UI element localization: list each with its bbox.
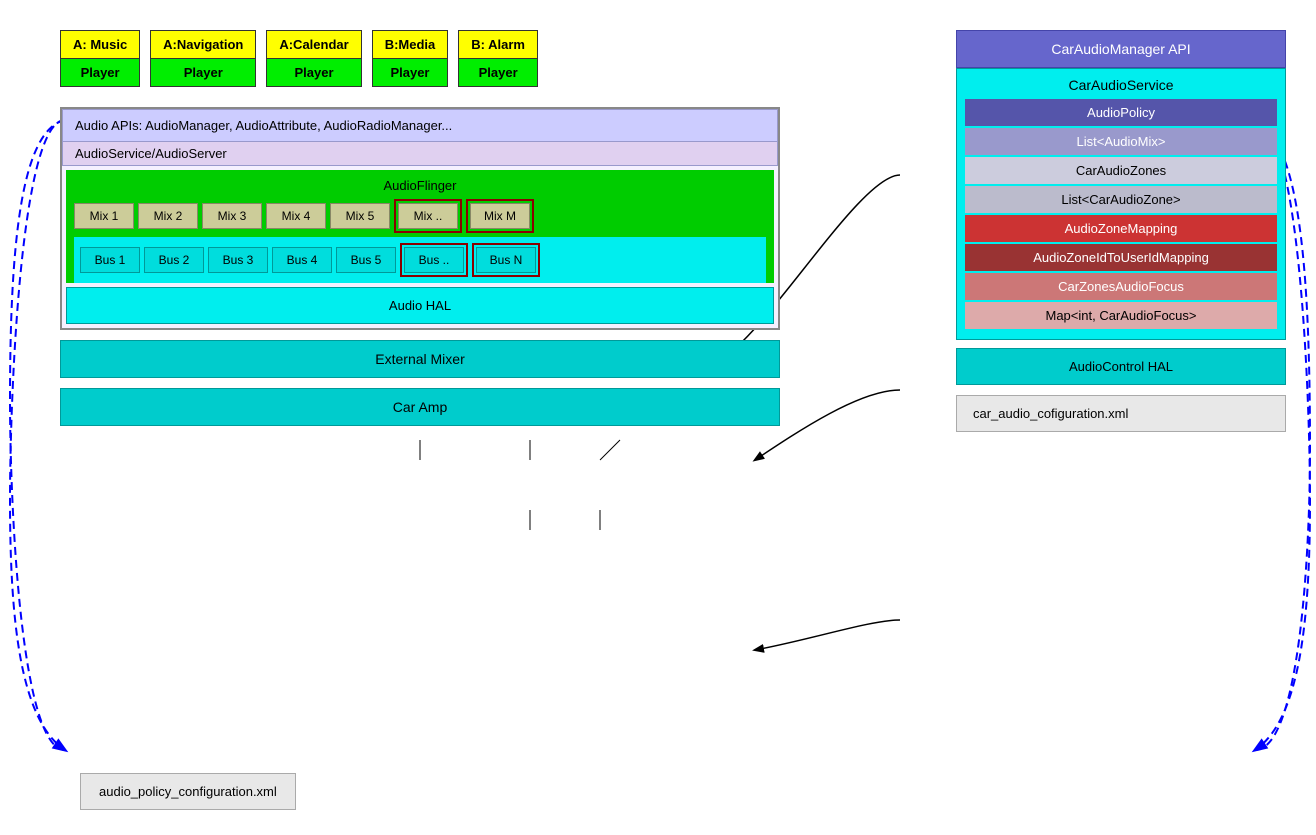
mix-3: Mix 3 xyxy=(202,203,262,229)
bus-3: Bus 3 xyxy=(208,247,268,273)
bus-row: Bus 1 Bus 2 Bus 3 Bus 4 Bus 5 Bus .. Bus… xyxy=(80,243,760,277)
mix-group-m: Mix M xyxy=(466,199,534,233)
car-audio-zones-box: CarAudioZones xyxy=(965,157,1277,184)
app-navigation-player: Player xyxy=(151,59,255,86)
diagram-container: A: Music Player A:Navigation Player A:Ca… xyxy=(0,0,1316,835)
app-music-player: Player xyxy=(61,59,139,86)
audio-policy-box: AudioPolicy xyxy=(965,99,1277,126)
mix-2: Mix 2 xyxy=(138,203,198,229)
bus-dotdot: Bus .. xyxy=(404,247,464,273)
app-calendar-label: A:Calendar xyxy=(267,31,360,59)
car-audio-service-label: CarAudioService xyxy=(965,77,1277,93)
audio-zone-id-mapping-box: AudioZoneIdToUserIdMapping xyxy=(965,244,1277,271)
car-zones-audio-focus-box: CarZonesAudioFocus xyxy=(965,273,1277,300)
right-panel: CarAudioManager API CarAudioService Audi… xyxy=(956,30,1286,432)
map-car-audio-focus-box: Map<int, CarAudioFocus> xyxy=(965,302,1277,329)
app-alarm-label: B: Alarm xyxy=(459,31,537,59)
audio-server-label: AudioService/AudioServer xyxy=(62,142,778,166)
app-media: B:Media Player xyxy=(372,30,449,87)
app-calendar-player: Player xyxy=(267,59,360,86)
xml-right-box: car_audio_cofiguration.xml xyxy=(956,395,1286,432)
xml-left-label: audio_policy_configuration.xml xyxy=(99,784,277,799)
audio-hal: Audio HAL xyxy=(66,287,774,324)
external-mixer: External Mixer xyxy=(60,340,780,378)
mix-5: Mix 5 xyxy=(330,203,390,229)
list-car-audio-zone-box: List<CarAudioZone> xyxy=(965,186,1277,213)
mix-4: Mix 4 xyxy=(266,203,326,229)
mix-row: Mix 1 Mix 2 Mix 3 Mix 4 Mix 5 Mix .. Mix… xyxy=(74,199,766,233)
audio-apis-bar: Audio APIs: AudioManager, AudioAttribute… xyxy=(62,109,778,142)
xml-right-label: car_audio_cofiguration.xml xyxy=(973,406,1128,421)
bus-4: Bus 4 xyxy=(272,247,332,273)
list-audio-mix-box: List<AudioMix> xyxy=(965,128,1277,155)
bus-n: Bus N xyxy=(476,247,536,273)
app-calendar: A:Calendar Player xyxy=(266,30,361,87)
app-music-label: A: Music xyxy=(61,31,139,59)
audio-service-box: Audio APIs: AudioManager, AudioAttribute… xyxy=(60,107,780,330)
mix-1: Mix 1 xyxy=(74,203,134,229)
bus-group-n: Bus N xyxy=(472,243,540,277)
app-media-player: Player xyxy=(373,59,448,86)
bus-1: Bus 1 xyxy=(80,247,140,273)
audio-zone-mapping-box: AudioZoneMapping xyxy=(965,215,1277,242)
app-alarm: B: Alarm Player xyxy=(458,30,538,87)
app-navigation-label: A:Navigation xyxy=(151,31,255,59)
bus-area: Bus 1 Bus 2 Bus 3 Bus 4 Bus 5 Bus .. Bus… xyxy=(74,237,766,283)
car-audio-manager-api: CarAudioManager API xyxy=(956,30,1286,68)
app-music: A: Music Player xyxy=(60,30,140,87)
audio-control-hal: AudioControl HAL xyxy=(956,348,1286,385)
bus-2: Bus 2 xyxy=(144,247,204,273)
audio-flinger-area: AudioFlinger Mix 1 Mix 2 Mix 3 Mix 4 Mix… xyxy=(66,170,774,283)
app-alarm-player: Player xyxy=(459,59,537,86)
bus-group-dotted: Bus .. xyxy=(400,243,468,277)
audio-flinger-label: AudioFlinger xyxy=(74,178,766,193)
xml-left-box: audio_policy_configuration.xml xyxy=(80,773,296,810)
mix-dotdot: Mix .. xyxy=(398,203,458,229)
app-navigation: A:Navigation Player xyxy=(150,30,256,87)
app-row: A: Music Player A:Navigation Player A:Ca… xyxy=(60,30,780,87)
mix-group-dotted: Mix .. xyxy=(394,199,462,233)
app-media-label: B:Media xyxy=(373,31,448,59)
car-audio-service-outer: CarAudioService AudioPolicy List<AudioMi… xyxy=(956,68,1286,340)
bus-5: Bus 5 xyxy=(336,247,396,273)
car-amp: Car Amp xyxy=(60,388,780,426)
mix-m: Mix M xyxy=(470,203,530,229)
left-panel: A: Music Player A:Navigation Player A:Ca… xyxy=(60,30,780,426)
